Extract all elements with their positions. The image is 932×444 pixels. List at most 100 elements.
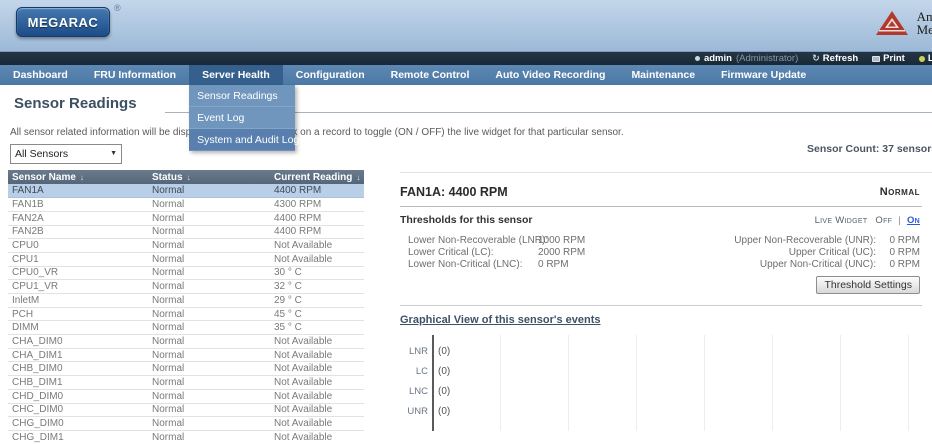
sort-icon: ↓ <box>356 173 360 182</box>
chart-gridline <box>704 335 705 431</box>
ami-text-line2: Megatrends <box>917 23 932 36</box>
table-cell: CPU0_VR <box>8 266 148 280</box>
column-header-status[interactable]: Status↓ <box>148 170 270 184</box>
table-cell: FAN2A <box>8 211 148 225</box>
threshold-value: 1000 RPM <box>538 235 585 246</box>
sensor-events-chart: LNR(0)LC(0)LNC(0)UNR(0) <box>400 333 932 433</box>
sensor-table-header: Sensor Name↓Status↓Current Reading↓ <box>8 170 364 184</box>
graph-heading-link[interactable]: Graphical View of this sensor's events <box>400 314 601 326</box>
table-row[interactable]: CPU1NormalNot Available <box>8 252 364 266</box>
nav-item-configuration[interactable]: Configuration <box>283 65 378 85</box>
thresholds-heading: Thresholds for this sensor <box>400 214 532 226</box>
table-cell: Not Available <box>270 430 364 444</box>
table-cell: Normal <box>148 294 270 308</box>
table-row[interactable]: CPU1_VRNormal32 ° C <box>8 280 364 294</box>
table-cell: Normal <box>148 362 270 376</box>
chart-gridline <box>840 335 841 431</box>
american-megatrends-logo: American Megatrends <box>875 10 932 36</box>
table-cell: 30 ° C <box>270 266 364 280</box>
nav-item-label: Maintenance <box>631 69 695 81</box>
threshold-row: Upper Critical (UC):0 RPM <box>716 247 920 259</box>
page-description: All sensor related information will be d… <box>10 127 624 138</box>
lower-thresholds-list: Lower Non-Recoverable (LNR):1000 RPMLowe… <box>408 235 585 271</box>
sensor-detail-panel: FAN1A: 4400 RPM Normal Thresholds for th… <box>400 172 932 444</box>
table-cell: Normal <box>148 266 270 280</box>
chart-event-count: (0) <box>438 405 450 419</box>
sensor-detail-title: FAN1A: 4400 RPM <box>400 185 508 199</box>
table-cell: CPU1 <box>8 252 148 266</box>
table-cell: Normal <box>148 184 270 198</box>
sensor-filter: All Sensors ▼ <box>10 144 122 164</box>
nav-item-auto-video-recording[interactable]: Auto Video Recording <box>482 65 618 85</box>
chart-event-count: (0) <box>438 385 450 399</box>
table-cell: Not Available <box>270 389 364 403</box>
threshold-value: 0 RPM <box>538 259 569 270</box>
table-cell: FAN2B <box>8 225 148 239</box>
sensor-count: Sensor Count: 37 sensors <box>807 143 932 155</box>
table-cell: Not Available <box>270 403 364 417</box>
column-header-sensor-name[interactable]: Sensor Name↓ <box>8 170 148 184</box>
user-name: admin <box>704 53 732 64</box>
table-cell: Normal <box>148 239 270 253</box>
nav-item-dashboard[interactable]: Dashboard <box>0 65 81 85</box>
table-row[interactable]: PCHNormal45 ° C <box>8 307 364 321</box>
table-row[interactable]: CHB_DIM0NormalNot Available <box>8 362 364 376</box>
upper-thresholds-list: Upper Non-Recoverable (UNR):0 RPMUpper C… <box>716 235 920 271</box>
live-widget-off[interactable]: Off <box>875 215 892 226</box>
chart-event-count: (0) <box>438 365 450 379</box>
live-widget-separator: | <box>898 215 901 226</box>
nav-item-fru-information[interactable]: FRU Information <box>81 65 189 85</box>
nav-item-maintenance[interactable]: Maintenance <box>618 65 708 85</box>
table-row[interactable]: CHC_DIM0NormalNot Available <box>8 403 364 417</box>
print-button[interactable]: Print <box>872 53 905 64</box>
chart-axis-label: UNR <box>400 405 428 419</box>
sensor-filter-select[interactable]: All Sensors <box>10 144 122 164</box>
chart-gridline <box>568 335 569 431</box>
refresh-button[interactable]: ↻ Refresh <box>812 53 858 64</box>
dropdown-item-system-and-audit-log[interactable]: System and Audit Log <box>189 129 295 151</box>
threshold-settings-button[interactable]: Threshold Settings <box>816 276 920 294</box>
nav-item-server-health[interactable]: Server HealthSensor ReadingsEvent LogSys… <box>189 65 283 85</box>
table-cell: Normal <box>148 430 270 444</box>
sensor-table: Sensor Name↓Status↓Current Reading↓ FAN1… <box>8 170 364 444</box>
table-cell: Not Available <box>270 417 364 431</box>
table-row[interactable]: FAN1BNormal4300 RPM <box>8 198 364 212</box>
table-row[interactable]: InletMNormal29 ° C <box>8 294 364 308</box>
table-row[interactable]: CPU0_VRNormal30 ° C <box>8 266 364 280</box>
table-cell: CHB_DIM1 <box>8 376 148 390</box>
megarac-logo-text: MEGARAC <box>28 15 99 30</box>
table-row[interactable]: FAN2BNormal4400 RPM <box>8 225 364 239</box>
table-row[interactable]: DIMMNormal35 ° C <box>8 321 364 335</box>
table-row[interactable]: CHD_DIM0NormalNot Available <box>8 389 364 403</box>
table-cell: 29 ° C <box>270 294 364 308</box>
nav-item-firmware-update[interactable]: Firmware Update <box>708 65 819 85</box>
table-cell: FAN1A <box>8 184 148 198</box>
table-row[interactable]: CPU0NormalNot Available <box>8 239 364 253</box>
table-row[interactable]: CHB_DIM1NormalNot Available <box>8 376 364 390</box>
table-cell: CHB_DIM0 <box>8 362 148 376</box>
table-cell: Not Available <box>270 362 364 376</box>
table-cell: Normal <box>148 348 270 362</box>
nav-item-label: Firmware Update <box>721 69 806 81</box>
table-cell: CHG_DIM0 <box>8 417 148 431</box>
table-row[interactable]: FAN1ANormal4400 RPM <box>8 184 364 198</box>
chart-gridline <box>500 335 501 431</box>
live-widget-on-link[interactable]: On <box>907 215 920 226</box>
table-row[interactable]: CHG_DIM0NormalNot Available <box>8 417 364 431</box>
top-banner: MEGARAC ® American Megatrends <box>0 0 932 52</box>
threshold-row: Upper Non-Critical (UNC):0 RPM <box>716 259 920 271</box>
nav-item-label: Dashboard <box>13 69 68 81</box>
table-row[interactable]: CHA_DIM0NormalNot Available <box>8 335 364 349</box>
nav-item-remote-control[interactable]: Remote Control <box>378 65 483 85</box>
dropdown-item-sensor-readings[interactable]: Sensor Readings <box>189 85 295 107</box>
table-row[interactable]: FAN2ANormal4400 RPM <box>8 211 364 225</box>
logout-button[interactable]: Logout <box>919 53 932 64</box>
column-header-current-reading[interactable]: Current Reading↓ <box>270 170 364 184</box>
table-cell: Normal <box>148 211 270 225</box>
table-row[interactable]: CHG_DIM1NormalNot Available <box>8 430 364 444</box>
table-cell: Normal <box>148 321 270 335</box>
table-row[interactable]: CHA_DIM1NormalNot Available <box>8 348 364 362</box>
table-cell: CHC_DIM0 <box>8 403 148 417</box>
threshold-row: Lower Non-Critical (LNC):0 RPM <box>408 259 585 271</box>
dropdown-item-event-log[interactable]: Event Log <box>189 107 295 129</box>
